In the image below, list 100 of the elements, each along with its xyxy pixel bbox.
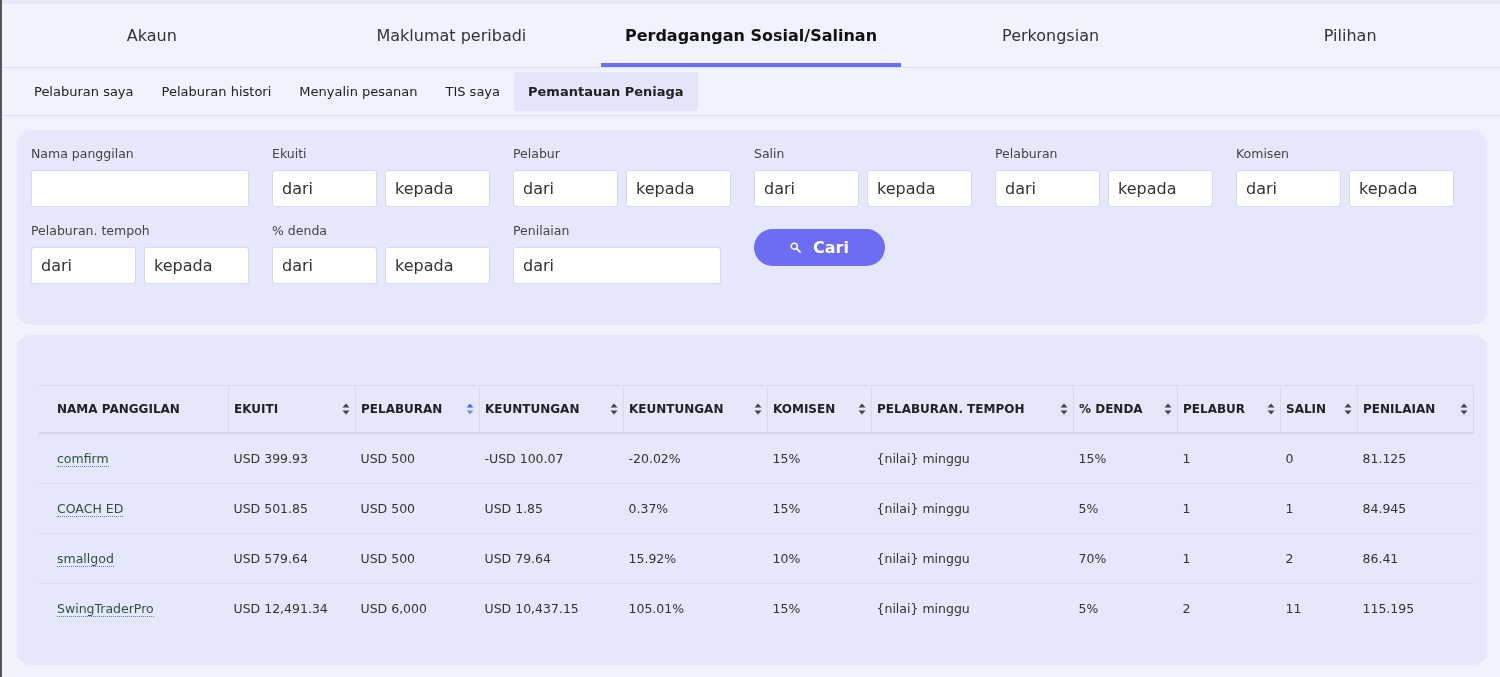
sort-icon[interactable] [1267,403,1275,415]
filter-label: Nama panggilan [31,146,135,161]
table-cell: USD 500 [360,451,416,466]
column-header[interactable]: PELABURAN [355,385,480,433]
table-cell: 105.01% [628,601,685,616]
trader-link[interactable]: COACH ED [57,501,124,517]
tab[interactable]: Akaun [2,4,302,67]
sort-icon[interactable] [1164,403,1172,415]
subtab[interactable]: Pemantauan Peniaga [514,72,698,111]
table-cell: -20.02% [628,451,681,466]
filter-label: Pelaburan [995,146,1059,161]
search-icon [790,242,802,253]
table-cell: 1 [1182,451,1191,466]
table-cell: 0.37% [628,501,669,516]
table-cell: 11 [1285,601,1302,616]
input-field[interactable]: dari [31,247,136,284]
filter-label: Pelaburan. tempoh [31,223,151,238]
trader-link[interactable]: SwingTraderPro [57,601,154,617]
column-header[interactable]: EKUITI [228,385,356,433]
table-cell: USD 501.85 [233,501,308,516]
table-cell: 1 [1285,501,1294,516]
column-header[interactable]: % DENDA [1073,385,1178,433]
table-cell: 5% [1078,501,1099,516]
table-cell: 10% [772,551,801,566]
input-field[interactable]: dari [1236,170,1341,207]
sort-icon[interactable] [466,403,474,415]
column-header: NAMA PANGGILAN [39,385,229,433]
table-cell: USD 579.64 [233,551,308,566]
column-header[interactable]: PENILAIAN [1357,385,1474,433]
input-field[interactable]: dari [995,170,1100,207]
trader-link[interactable]: comfirm [57,451,109,467]
table-cell: -USD 100.07 [484,451,564,466]
table-cell: {nilai} minggu [876,551,970,566]
tab[interactable]: Perkongsian [900,4,1201,67]
table-cell: USD 10,437.15 [484,601,579,616]
table-cell: {nilai} minggu [876,451,970,466]
input-field[interactable]: kepada [1349,170,1454,207]
column-header[interactable]: KEUNTUNGAN [623,385,768,433]
input-field[interactable] [31,170,249,207]
input-field[interactable]: kepada [1108,170,1213,207]
column-header[interactable]: PELABUR [1177,385,1281,433]
search-button[interactable]: Cari [754,229,885,266]
input-field[interactable]: kepada [867,170,972,207]
sort-icon[interactable] [610,403,618,415]
sort-icon[interactable] [1060,403,1068,415]
column-header[interactable]: PELABURAN. TEMPOH [871,385,1074,433]
input-field[interactable]: dari [754,170,859,207]
input-field[interactable]: dari [513,247,721,284]
input-field[interactable]: dari [272,170,377,207]
input-field[interactable]: kepada [385,170,490,207]
table-cell: USD 399.93 [233,451,308,466]
column-header[interactable]: KEUNTUNGAN [479,385,624,433]
column-header[interactable]: KOMISEN [767,385,872,433]
column-header[interactable]: SALIN [1280,385,1358,433]
filter-label: Pelabur [513,146,561,161]
table-cell: USD 500 [360,501,416,516]
filter-label: Komisen [1236,146,1290,161]
sort-icon[interactable] [1344,403,1352,415]
sort-icon[interactable] [1460,403,1468,415]
table-cell: 2 [1182,601,1191,616]
sort-icon[interactable] [858,403,866,415]
input-field[interactable]: kepada [385,247,490,284]
filter-label: % denda [272,223,328,238]
table-cell: 1 [1182,501,1191,516]
table-cell: 86.41 [1362,551,1399,566]
table-cell: USD 12,491.34 [233,601,328,616]
table-cell: 115.195 [1362,601,1415,616]
sort-icon[interactable] [342,403,350,415]
filter-label: Penilaian [513,223,571,238]
subtab[interactable]: Pelaburan saya [20,72,148,111]
input-field[interactable]: kepada [626,170,731,207]
table-cell: 81.125 [1362,451,1407,466]
tab[interactable]: Pilihan [1200,4,1500,67]
subtab[interactable]: TIS saya [431,72,514,111]
tab[interactable]: Perdagangan Sosial/Salinan [601,4,901,67]
table-cell: 0 [1285,451,1294,466]
table-cell: 15% [1078,451,1107,466]
trader-link[interactable]: smallgod [57,551,114,567]
table-cell: 70% [1078,551,1107,566]
filter-label: Ekuiti [272,146,308,161]
tab[interactable]: Maklumat peribadi [301,4,602,67]
table-cell: 15% [772,601,801,616]
sort-icon[interactable] [754,403,762,415]
table-cell: 15.92% [628,551,677,566]
table-cell: USD 1.85 [484,501,543,516]
filter-label: Salin [754,146,786,161]
input-field[interactable]: dari [513,170,618,207]
table-cell: 84.945 [1362,501,1407,516]
input-field[interactable]: dari [272,247,377,284]
table-cell: USD 6,000 [360,601,427,616]
table-cell: 5% [1078,601,1099,616]
subtab[interactable]: Menyalin pesanan [285,72,432,111]
table-cell: 15% [772,501,801,516]
table-cell: {nilai} minggu [876,501,970,516]
table-cell: USD 79.64 [484,551,551,566]
input-field[interactable]: kepada [144,247,249,284]
table-cell: 15% [772,451,801,466]
table-cell: 2 [1285,551,1294,566]
table-cell: 1 [1182,551,1191,566]
subtab[interactable]: Pelaburan histori [147,72,286,111]
